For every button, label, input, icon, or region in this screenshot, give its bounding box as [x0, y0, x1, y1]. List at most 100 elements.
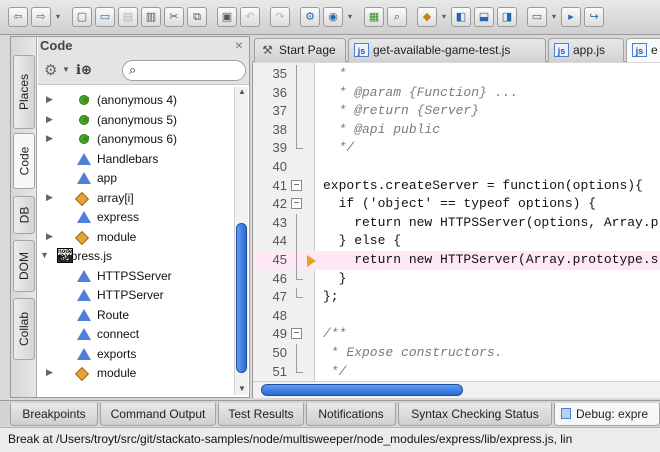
editor-tab[interactable]: js e — [626, 38, 660, 62]
layout-right-icon[interactable]: ◨ — [497, 7, 517, 27]
chevron-down-icon[interactable]: ▾ — [440, 7, 448, 27]
editor-tab[interactable]: js app.js — [548, 38, 624, 62]
forward-icon[interactable]: ⇨ — [31, 7, 51, 27]
scroll-up-icon[interactable]: ▲ — [238, 87, 246, 96]
tree-item[interactable]: HTTPServer — [38, 286, 234, 305]
tree-item[interactable]: ▶ module — [38, 228, 234, 247]
chevron-down-icon[interactable]: ▾ — [54, 7, 62, 27]
toolbox-icon[interactable]: ▦ — [364, 7, 384, 27]
paste-icon[interactable]: ▣ — [217, 7, 237, 27]
tree-item[interactable]: ▶ (anonymous 4) — [38, 91, 234, 110]
preferences-icon[interactable]: ⚙ — [300, 7, 320, 27]
sort-fields-icon[interactable]: ℹ⊕ — [76, 62, 92, 78]
redo-icon[interactable]: ↷ — [270, 7, 290, 27]
chevron-right-icon[interactable]: ▶ — [46, 192, 53, 203]
tree-item[interactable]: Handlebars — [38, 150, 234, 169]
code-text: * @return {Server} — [323, 103, 480, 119]
code-line[interactable]: 47}; — [253, 288, 660, 307]
chevron-right-icon[interactable]: ▶ — [46, 367, 53, 378]
code-search-input[interactable] — [145, 63, 241, 78]
save-all-icon[interactable]: ▥ — [141, 7, 161, 27]
editor-horizontal-scrollbar[interactable] — [253, 381, 660, 398]
debug-status-text: Break at /Users/troyt/src/git/stackato-s… — [0, 427, 660, 452]
chevron-right-icon[interactable]: ▶ — [46, 94, 53, 105]
tree-item[interactable]: ▶ module — [38, 364, 234, 383]
chevron-down-icon[interactable]: ▼ — [40, 250, 49, 260]
chevron-right-icon[interactable]: ▶ — [46, 231, 53, 242]
code-line[interactable]: 51 */ — [253, 362, 660, 382]
code-line[interactable]: 44 } else { — [253, 232, 660, 252]
open-folder-icon[interactable]: ▭ — [95, 7, 115, 27]
code-tree-scrollbar[interactable]: ▲ ▼ — [234, 87, 248, 395]
new-file-icon[interactable]: ▢ — [72, 7, 92, 27]
bottom-tab[interactable]: Syntax Checking Status — [398, 403, 552, 426]
code-line[interactable]: 35 * — [253, 65, 660, 84]
debug-step-icon[interactable]: ↪ — [584, 7, 604, 27]
code-line[interactable]: 42− if ('object' == typeof options) { — [253, 195, 660, 214]
tree-item[interactable]: HTTPSServer — [38, 267, 234, 286]
browser-preview-icon[interactable]: ◉ — [323, 7, 343, 27]
chevron-down-icon[interactable]: ▾ — [550, 7, 558, 27]
breakpoint-arrow-icon[interactable] — [307, 255, 316, 267]
scroll-down-icon[interactable]: ▼ — [238, 384, 246, 393]
undo-icon[interactable]: ↶ — [240, 7, 260, 27]
code-line[interactable]: 45 return new HTTPServer(Array.prototype… — [253, 251, 660, 270]
layout-bottom-icon[interactable]: ⬓ — [474, 7, 494, 27]
tree-item[interactable]: ▶ (anonymous 5) — [38, 111, 234, 130]
vtab-db[interactable]: DB — [13, 196, 35, 234]
bottom-tab[interactable]: Test Results — [218, 403, 304, 426]
chevron-down-icon[interactable]: ▾ — [346, 7, 354, 27]
gear-icon[interactable]: ⚙ — [44, 61, 57, 79]
bottom-tab[interactable]: Debug: expre — [554, 403, 660, 426]
scroll-thumb[interactable] — [236, 223, 247, 373]
back-icon[interactable]: ⇦ — [8, 7, 28, 27]
tree-item[interactable]: Route — [38, 306, 234, 325]
find-icon[interactable]: ⌕ — [387, 7, 407, 27]
bottom-tab[interactable]: Command Output — [100, 403, 216, 426]
code-line[interactable]: 37 * @return {Server} — [253, 102, 660, 122]
tree-item[interactable]: connect — [38, 325, 234, 344]
scroll-thumb[interactable] — [261, 384, 463, 396]
layout-left-icon[interactable]: ◧ — [451, 7, 471, 27]
code-line[interactable]: 40 — [253, 158, 660, 177]
fold-toggle-icon[interactable]: − — [291, 198, 302, 210]
chevron-right-icon[interactable]: ▶ — [46, 114, 53, 125]
code-line[interactable]: 39 */ — [253, 139, 660, 158]
editor-tab[interactable]: ⚒ Start Page — [254, 38, 346, 62]
copy-icon[interactable]: ⧉ — [187, 7, 207, 27]
layout-toggle-icon[interactable]: ▭ — [527, 7, 547, 27]
save-icon[interactable]: ▤ — [118, 7, 138, 27]
vtab-code[interactable]: Code — [13, 133, 35, 189]
fold-toggle-icon[interactable]: − — [291, 179, 302, 191]
cut-icon[interactable]: ✂ — [164, 7, 184, 27]
code-line[interactable]: 38 * @api public — [253, 120, 660, 140]
editor-tab[interactable]: js get-available-game-test.js — [348, 38, 546, 62]
code-line[interactable]: 50 * Expose constructors. — [253, 344, 660, 363]
code-search-box[interactable]: ⌕ — [122, 60, 246, 81]
chevron-down-icon[interactable]: ▼ — [62, 65, 70, 74]
line-number: 37 — [272, 103, 287, 119]
vtab-places[interactable]: Places — [13, 55, 35, 129]
bottom-tab[interactable]: Notifications — [306, 403, 396, 426]
bottom-tab[interactable]: Breakpoints — [10, 403, 98, 426]
tree-item[interactable]: express — [38, 208, 234, 227]
tree-item[interactable]: ▼ node JS express.js — [38, 247, 234, 266]
vtab-dom[interactable]: DOM — [13, 240, 35, 292]
tree-item[interactable]: exports — [38, 345, 234, 364]
tree-item[interactable]: ▶ (anonymous 6) — [38, 130, 234, 149]
code-line[interactable]: 43 return new HTTPSServer(options, Array… — [253, 213, 660, 233]
code-line[interactable]: 49− /** — [253, 325, 660, 344]
tree-item[interactable]: app — [38, 169, 234, 188]
code-line[interactable]: 41− exports.createServer = function(optio… — [253, 177, 660, 196]
tree-item[interactable]: ▶ array[i] — [38, 189, 234, 208]
close-icon[interactable]: × — [235, 37, 243, 53]
debug-run-icon[interactable]: ▸ — [561, 7, 581, 27]
code-line[interactable]: 46 } — [253, 269, 660, 289]
code-editor[interactable]: 35 * 36 * @param {Function} ... 37 * @retu… — [252, 63, 660, 398]
code-line[interactable]: 48 — [253, 307, 660, 326]
fold-toggle-icon[interactable]: − — [291, 328, 302, 340]
code-line[interactable]: 36 * @param {Function} ... — [253, 83, 660, 103]
vtab-collab[interactable]: Collab — [13, 298, 35, 360]
chevron-right-icon[interactable]: ▶ — [46, 133, 53, 144]
python-icon[interactable]: ◆ — [417, 7, 437, 27]
